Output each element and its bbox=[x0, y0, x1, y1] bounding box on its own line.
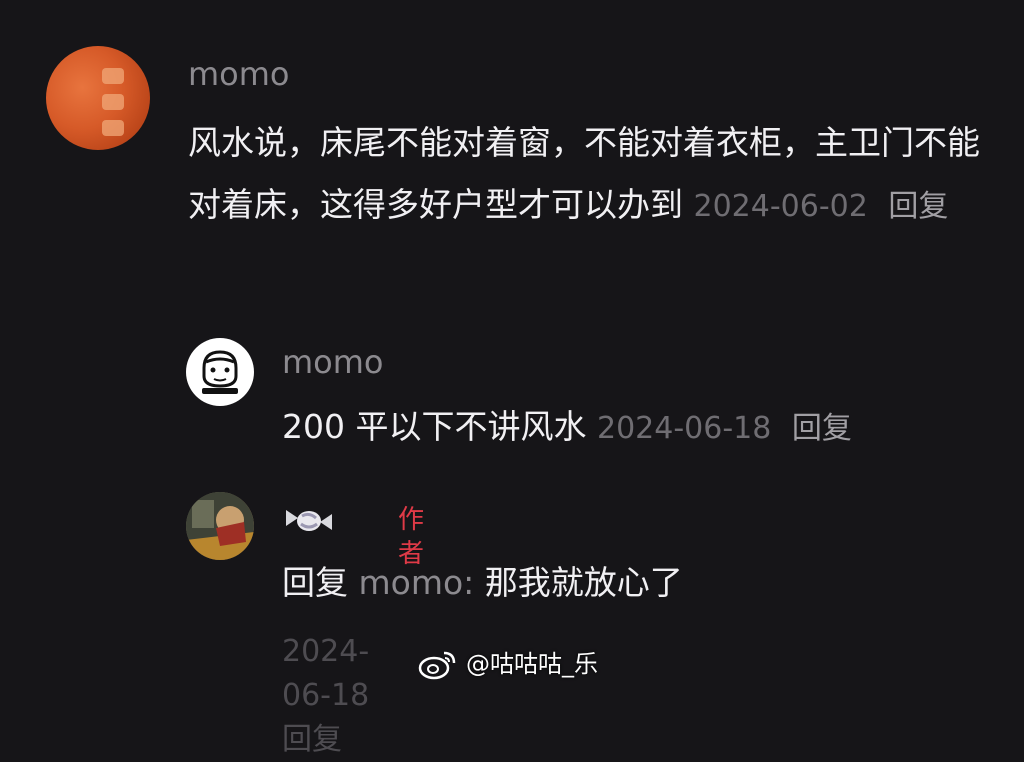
comment-date: 2024-06-02 bbox=[693, 189, 868, 224]
reply-body: 回复 momo: 那我就放心了 bbox=[282, 552, 1002, 614]
reply-text: 那我就放心了 bbox=[484, 563, 683, 602]
orange-avatar-icon[interactable] bbox=[46, 46, 150, 150]
candy-icon bbox=[282, 500, 336, 540]
watermark: @咕咕咕_乐 bbox=[418, 646, 598, 682]
reply-prefix: 回复 bbox=[282, 563, 348, 602]
mention-link[interactable]: momo: bbox=[359, 563, 475, 602]
watermark-handle: @咕咕咕_乐 bbox=[466, 650, 598, 678]
reply-username[interactable]: momo bbox=[282, 344, 384, 380]
reply-button[interactable]: 回复 bbox=[792, 411, 852, 446]
reply-body: 200 平以下不讲风水 2024-06-18 回复 bbox=[282, 396, 1002, 460]
reply-meta: 2024-06-18 回复 bbox=[282, 630, 369, 762]
reply-text: 200 平以下不讲风水 bbox=[282, 407, 587, 446]
comment-username[interactable]: momo bbox=[188, 56, 290, 92]
cartoon-face-avatar-icon[interactable] bbox=[186, 338, 254, 406]
weibo-logo-icon bbox=[418, 647, 458, 681]
reply-date: 2024-06-18 bbox=[596, 411, 772, 446]
reply-date: 2024-06-18 bbox=[282, 634, 370, 713]
reply-button[interactable]: 回复 bbox=[282, 722, 342, 757]
comment-body: 风水说，床尾不能对着窗，不能对着衣柜，主卫门不能对着床，这得多好户型才可以办到 … bbox=[188, 112, 988, 238]
reply-button[interactable]: 回复 bbox=[888, 189, 948, 224]
photo-avatar-icon[interactable] bbox=[186, 492, 254, 560]
